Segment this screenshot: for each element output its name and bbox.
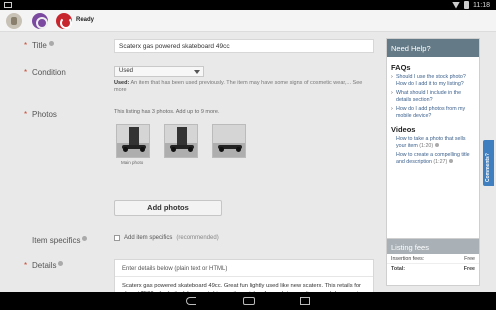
photo-thumbnail-main[interactable] [116,124,150,158]
item-specifics-checkbox[interactable] [114,235,120,241]
title-label: * Title [24,41,54,50]
video-link[interactable]: How to take a photo that sells your item… [387,136,479,149]
videos-heading: Videos [391,125,416,134]
comments-tab[interactable]: Comments? [483,140,494,186]
faq-link[interactable]: › What should I include in the details se… [387,90,479,103]
listing-form: * Title Scaterx gas powered skateboard 4… [0,32,380,292]
info-icon[interactable] [48,41,54,46]
item-specifics-label: Item specifics [32,236,88,245]
faqs-heading: FAQs [391,63,411,72]
details-label: * Details [24,261,64,270]
wifi-icon [452,1,460,9]
gear-icon[interactable] [32,13,48,29]
navigation-bar [0,292,496,310]
mail-notification-icon [4,2,12,8]
details-placeholder: Enter details below (plain text or HTML) [122,266,228,272]
required-marker: * [24,41,28,50]
battery-icon [464,1,469,9]
fee-row-total: Total: Free [391,266,475,272]
title-input[interactable]: Scaterx gas powered skateboard 49cc [114,39,374,53]
condition-label: * Condition [24,68,66,77]
faq-link[interactable]: › How do I add photos from my mobile devi… [387,106,479,119]
action-bar: Ready [0,10,496,32]
required-marker: * [24,68,28,77]
status-icons: 11:18 [452,1,490,9]
condition-select[interactable]: Used [114,66,204,77]
main-photo-label: Main photo [121,160,144,165]
add-photos-button[interactable]: Add photos [114,200,222,216]
help-header: Need Help? [387,39,479,57]
help-panel: Need Help? FAQs › Should I use the stock … [386,38,480,245]
photo-count-info: This listing has 3 photos. Add up to 9 m… [114,109,220,115]
photos-label: * Photos [24,110,57,119]
info-icon[interactable] [82,236,88,241]
clock: 11:18 [473,1,490,9]
condition-description: Used: An item that has been used previou… [114,80,363,93]
item-specifics-toggle[interactable]: Add item specifics (recommended) [114,235,219,241]
details-textarea[interactable]: Scaterx gas powered skateboard 49cc. Gre… [122,282,368,292]
photo-thumbnail[interactable] [212,124,246,158]
info-icon[interactable] [58,261,64,266]
listing-fees-panel: Listing fees Insertion fees: Free Total: F… [386,238,480,286]
power-icon[interactable] [56,13,72,29]
faq-link[interactable]: › Should I use the stock photo? How do I … [387,74,479,87]
video-link[interactable]: How to create a compelling title and des… [387,152,479,165]
video-icon [435,142,440,147]
fees-header: Listing fees [387,239,479,254]
home-icon[interactable] [243,297,255,305]
photo-thumbnail[interactable] [164,124,198,158]
fee-row-insertion: Insertion fees: Free [387,254,479,264]
details-editor[interactable]: Enter details below (plain text or HTML)… [114,259,374,292]
tag-icon[interactable] [6,13,22,29]
back-icon[interactable] [186,297,196,305]
chevron-down-icon [194,70,200,74]
action-bar-title: Ready [76,17,95,23]
required-marker: * [24,110,28,119]
required-marker: * [24,261,28,270]
screen: 11:18 Ready * Title Scaterx gas powered … [0,0,496,310]
video-icon [449,158,454,163]
recent-apps-icon[interactable] [300,297,310,305]
status-bar: 11:18 [0,0,496,10]
